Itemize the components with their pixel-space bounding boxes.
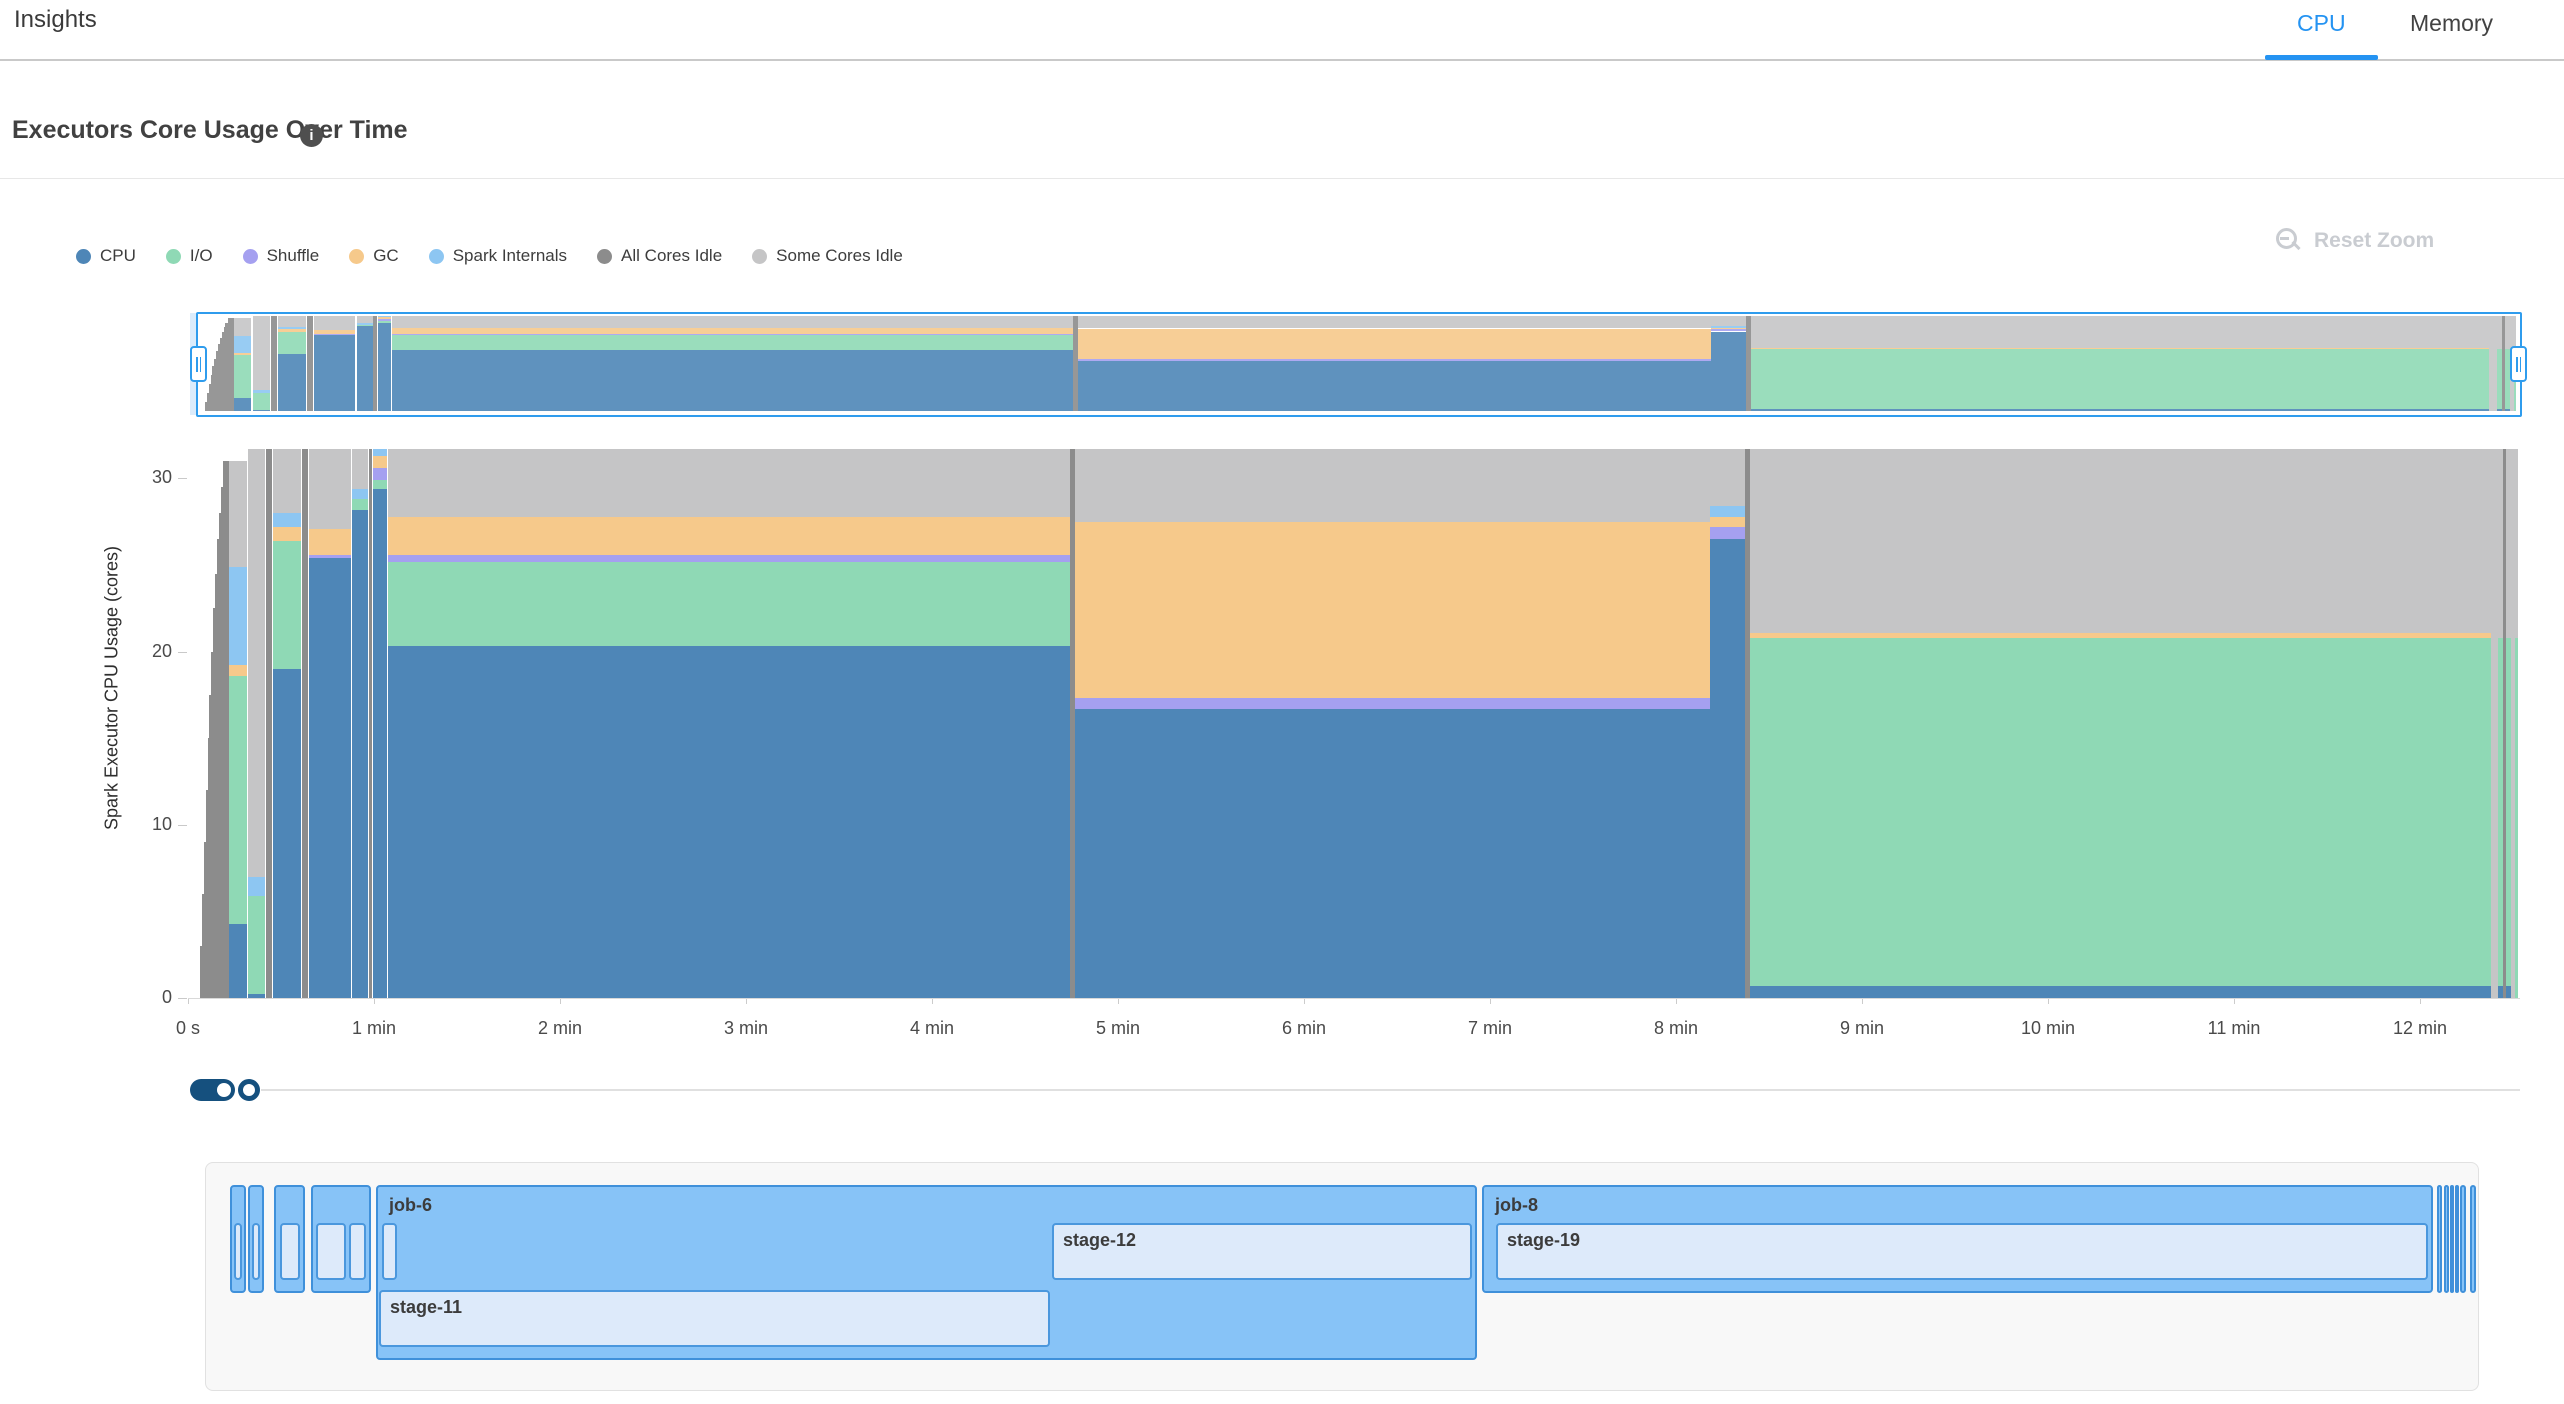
gantt-stage-bar[interactable] [349,1223,366,1280]
gantt-job-bar[interactable] [2460,1185,2466,1293]
gantt-stage-bar[interactable] [316,1223,346,1280]
navigator-selection[interactable] [196,312,2522,417]
jobs-timeline: job-6 stage-12 stage-11 job-8 stage-19 [0,0,2564,1404]
gantt-job-bar[interactable] [2470,1185,2476,1293]
gantt-job-bar[interactable] [2437,1185,2442,1293]
gantt-stage-bar[interactable] [252,1223,260,1280]
gantt-stage-bar[interactable] [382,1223,397,1280]
gantt-stage-label: stage-19 [1507,1230,2426,1251]
gantt-stage-bar[interactable] [234,1223,242,1280]
gantt-stage-bar-stage-11[interactable]: stage-11 [379,1290,1050,1347]
navigator-right-handle[interactable] [2510,346,2527,382]
gantt-job-bar[interactable] [2450,1185,2454,1293]
gantt-stage-bar[interactable] [280,1223,300,1280]
gantt-job-label: job-8 [1495,1195,2431,1216]
insights-page: Insights CPU Memory Executors Core Usage… [0,0,2564,1404]
gantt-stage-label: stage-12 [1063,1230,1470,1251]
gantt-job-bar[interactable] [2444,1185,2449,1293]
gantt-stage-bar-stage-19[interactable]: stage-19 [1496,1223,2428,1280]
navigator-left-handle[interactable] [190,346,207,382]
gantt-job-label: job-6 [389,1195,1475,1216]
gantt-stage-label: stage-11 [390,1297,1048,1318]
gantt-stage-bar-stage-12[interactable]: stage-12 [1052,1223,1472,1280]
gantt-job-bar[interactable] [2455,1185,2459,1293]
